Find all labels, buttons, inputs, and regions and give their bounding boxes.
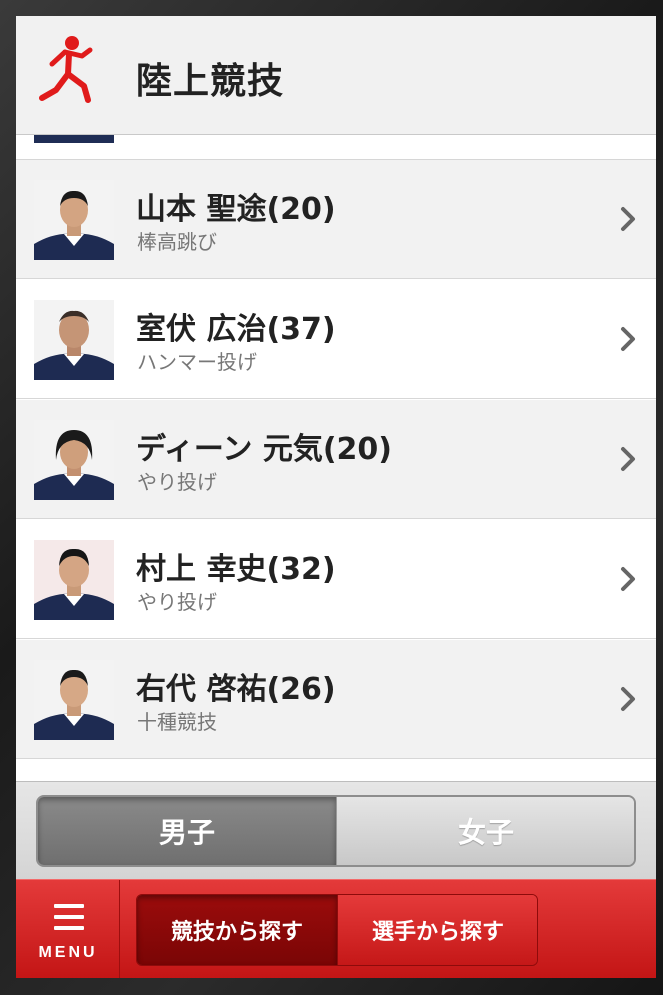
menu-button[interactable]: MENU bbox=[16, 880, 120, 978]
athlete-list[interactable]: 山本 聖途(20) 棒高跳び 室伏 広治(37) ハンマー投げ ディーン 元気(… bbox=[16, 135, 656, 781]
search-by-event-button[interactable]: 競技から探す bbox=[137, 895, 337, 965]
athlete-event: 棒高跳び bbox=[137, 230, 217, 254]
search-mode-group: 競技から探す 選手から探す bbox=[136, 894, 538, 966]
chevron-right-icon bbox=[621, 207, 635, 231]
gender-toggle-bar: 男子 女子 bbox=[16, 781, 656, 880]
chevron-right-icon bbox=[621, 567, 635, 591]
header: 陸上競技 bbox=[16, 16, 656, 135]
athlete-photo bbox=[34, 180, 114, 260]
athlete-photo bbox=[34, 660, 114, 740]
athlete-name: 村上 幸史(32) bbox=[136, 552, 336, 587]
athlete-event: 十種競技 bbox=[137, 710, 217, 734]
gender-toggle: 男子 女子 bbox=[36, 795, 636, 867]
page-title: 陸上競技 bbox=[136, 61, 285, 102]
search-by-player-button[interactable]: 選手から探す bbox=[337, 895, 537, 965]
athlete-row[interactable]: 室伏 広治(37) ハンマー投げ bbox=[16, 280, 656, 399]
athlete-row[interactable]: 山本 聖途(20) 棒高跳び bbox=[16, 160, 656, 279]
chevron-right-icon bbox=[621, 687, 635, 711]
male-tab[interactable]: 男子 bbox=[38, 797, 336, 865]
list-item-partial bbox=[16, 135, 656, 160]
female-tab[interactable]: 女子 bbox=[336, 797, 634, 865]
athlete-event: ハンマー投げ bbox=[137, 350, 257, 374]
athlete-photo bbox=[34, 540, 114, 620]
chevron-right-icon bbox=[621, 447, 635, 471]
bottom-bar: MENU 競技から探す 選手から探す bbox=[16, 879, 656, 978]
hamburger-icon bbox=[54, 904, 84, 930]
athlete-name: 右代 啓祐(26) bbox=[136, 672, 336, 707]
athlete-name: 山本 聖途(20) bbox=[136, 192, 336, 227]
athlete-photo bbox=[34, 420, 114, 500]
chevron-right-icon bbox=[621, 327, 635, 351]
runner-icon bbox=[39, 36, 93, 103]
athlete-name: ディーン 元気(20) bbox=[136, 432, 393, 467]
athlete-photo bbox=[34, 300, 114, 380]
athlete-event: やり投げ bbox=[137, 590, 217, 614]
athlete-row[interactable]: 村上 幸史(32) やり投げ bbox=[16, 520, 656, 639]
athlete-event: やり投げ bbox=[137, 470, 217, 494]
athlete-row[interactable]: ディーン 元気(20) やり投げ bbox=[16, 400, 656, 519]
athlete-name: 室伏 広治(37) bbox=[136, 312, 336, 347]
athlete-photo-edge bbox=[34, 135, 114, 143]
menu-label: MENU bbox=[38, 944, 98, 961]
app-screen: 陸上競技 山本 聖途(20) 棒高跳び 室伏 広治(37) ハンマー投げ ディー… bbox=[16, 16, 656, 978]
athlete-row[interactable]: 右代 啓祐(26) 十種競技 bbox=[16, 640, 656, 759]
